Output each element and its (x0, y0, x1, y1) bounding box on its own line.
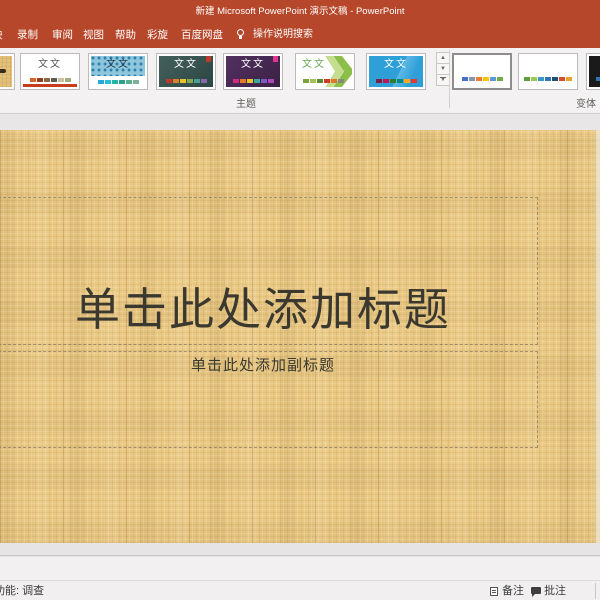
theme-color-swatches (23, 78, 77, 82)
slide[interactable]: 单击此处添加标题 单击此处添加副标题 (0, 130, 600, 543)
theme-color-swatches (369, 79, 423, 83)
accessibility-status[interactable]: 辅助功能: 调查 (0, 581, 90, 600)
subtitle-placeholder-text: 单击此处添加副标题 (191, 352, 335, 375)
comments-toggle-button[interactable]: 批注 (544, 581, 566, 600)
status-divider (595, 583, 596, 599)
tab-review[interactable]: 审阅 (52, 22, 73, 48)
gallery-expand-button[interactable]: ▼ (436, 74, 450, 86)
theme-thumbnail[interactable]: 文文 (223, 53, 283, 90)
variant-thumbnail-selected[interactable] (452, 53, 512, 90)
variant-thumbnail[interactable] (586, 53, 600, 90)
notes-icon (490, 587, 498, 596)
subtitle-placeholder[interactable]: 单击此处添加副标题 (0, 351, 538, 448)
group-separator (449, 50, 450, 108)
variant-color-swatches (589, 77, 600, 81)
ribbon-tab-row: 映 录制 审阅 视图 帮助 彩旋 百度网盘 操作说明搜索 (0, 22, 600, 48)
tell-me-search[interactable]: 操作说明搜索 (253, 22, 313, 48)
lightbulb-icon (237, 29, 244, 36)
tab-partial-clipped[interactable]: 映 (0, 22, 4, 48)
gallery-scroll-controls: ▲ ▼ ▼ (436, 53, 450, 90)
variant-thumbnail[interactable] (518, 53, 578, 90)
theme-preview-bar (0, 69, 6, 73)
variant-color-swatches (455, 77, 509, 81)
themes-group-label: 主题 (236, 95, 256, 110)
theme-color-swatches (226, 79, 280, 83)
tab-baidu-netdisk[interactable]: 百度网盘 (181, 22, 223, 48)
theme-thumbnail[interactable]: 文文 (366, 53, 426, 90)
comment-bubble-icon (531, 587, 541, 594)
comments-label: 批注 (544, 585, 566, 597)
theme-sample-text: 文文 (23, 59, 77, 70)
canvas-bottom-gap (0, 543, 600, 556)
theme-color-swatches (91, 80, 145, 84)
theme-thumbnail[interactable]: 文文 (88, 53, 148, 90)
ribbon-design-gallery: 文文 文文 文文 文文 (0, 48, 600, 114)
document-title: 新建 Microsoft PowerPoint 演示文稿 - PowerPoin… (0, 0, 600, 23)
tab-view[interactable]: 视图 (83, 22, 104, 48)
notes-label: 备注 (502, 585, 524, 597)
tab-help[interactable]: 帮助 (115, 22, 136, 48)
variants-group-label: 变体 (576, 95, 596, 110)
accessibility-status-text: 辅助功能: 调查 (0, 581, 44, 600)
theme-thumbnail-current[interactable] (0, 53, 15, 90)
theme-accent-bar (23, 84, 77, 87)
tab-caixuan[interactable]: 彩旋 (147, 22, 168, 48)
title-bar: 新建 Microsoft PowerPoint 演示文稿 - PowerPoin… (0, 0, 600, 22)
theme-sample-text: 文文 (298, 59, 352, 70)
theme-sample-text: 文文 (226, 59, 280, 70)
vertical-scrollbar[interactable] (595, 130, 600, 543)
tab-record[interactable]: 录制 (17, 22, 38, 48)
theme-sample-text: 文文 (159, 59, 213, 70)
theme-thumbnail[interactable]: 文文 (156, 53, 216, 90)
theme-thumbnail[interactable]: 文文 (295, 53, 355, 90)
theme-color-swatches (159, 79, 213, 83)
notes-toggle-button[interactable]: 备注 (502, 581, 524, 600)
theme-sample-text: 文文 (91, 59, 145, 70)
title-placeholder[interactable]: 单击此处添加标题 (0, 197, 538, 345)
theme-thumbnail[interactable]: 文文 (20, 53, 80, 90)
theme-sample-text: 文文 (369, 59, 423, 70)
title-placeholder-text: 单击此处添加标题 (75, 273, 451, 344)
powerpoint-window: 新建 Microsoft PowerPoint 演示文稿 - PowerPoin… (0, 0, 600, 600)
slide-canvas-area: 单击此处添加标题 单击此处添加副标题 辅助功能: 调查 备注 批注 (0, 115, 600, 600)
status-bar: 辅助功能: 调查 备注 批注 (0, 580, 600, 600)
theme-color-swatches (298, 79, 352, 83)
variant-color-swatches (521, 77, 575, 81)
